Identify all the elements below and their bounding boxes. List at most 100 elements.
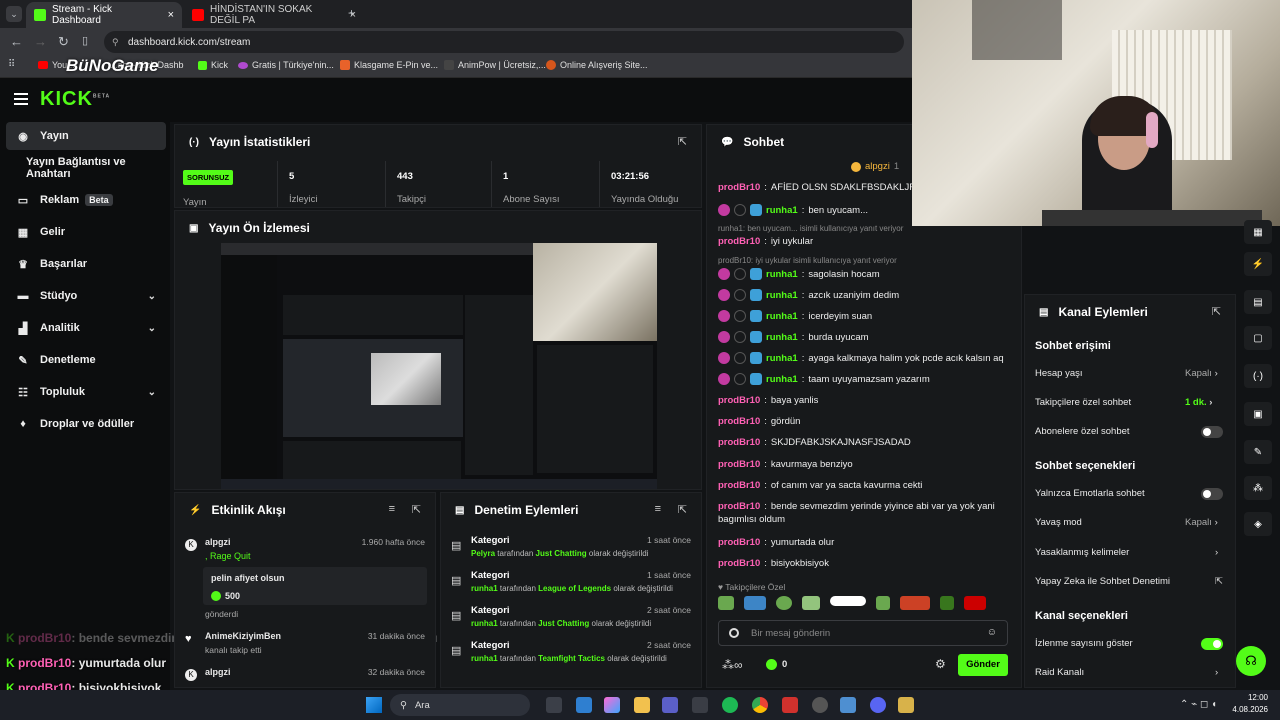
quick-action-button[interactable]: ▤: [1244, 290, 1272, 314]
bookmark-kick[interactable]: Kick: [198, 60, 228, 70]
moderation-item-user[interactable]: runha1: [471, 654, 498, 663]
chat-pinned-user[interactable]: alpgzi 1: [851, 161, 899, 172]
bookmark-gratis[interactable]: Gratis | Türkiye'nin...: [238, 60, 334, 70]
sidebar-item-denetleme[interactable]: ✎ Denetleme: [6, 346, 166, 374]
channel-setting-row[interactable]: Yasaklanmış kelimeler ›: [1035, 547, 1225, 558]
moderation-item-user[interactable]: runha1: [471, 619, 498, 628]
setting-toggle[interactable]: [1201, 638, 1223, 650]
chat-username[interactable]: prodBr10: [718, 182, 760, 193]
sidebar-item-topluluk[interactable]: ☷ Topluluk ⌄: [6, 378, 166, 406]
sidebar-item-gelir[interactable]: ▦ Gelir: [6, 218, 166, 246]
chat-username[interactable]: runha1: [766, 353, 798, 364]
forward-icon[interactable]: →: [34, 34, 47, 49]
setting-toggle[interactable]: [1201, 488, 1223, 500]
reload-icon[interactable]: ↻: [58, 34, 69, 50]
quick-action-button[interactable]: (·): [1244, 364, 1272, 388]
chat-username[interactable]: runha1: [766, 269, 798, 280]
sidebar-item-droplar[interactable]: ♦ Droplar ve ödüller: [6, 410, 166, 438]
tab-list-icon[interactable]: ⌄: [6, 6, 22, 22]
help-headset-button[interactable]: ☊: [1236, 646, 1266, 676]
task-view-icon[interactable]: [546, 697, 562, 713]
tab-youtube[interactable]: HİNDİSTAN'IN SOKAK DEĞİL PA ×: [184, 2, 364, 28]
channel-setting-row[interactable]: Yapay Zeka ile Sohbet Denetimi ⇱: [1035, 576, 1225, 587]
emoji-icon[interactable]: ☺: [987, 627, 997, 638]
new-tab-button[interactable]: +: [348, 6, 355, 20]
chat-username[interactable]: runha1: [766, 374, 798, 385]
sidebar-item-studyo[interactable]: ▬ Stüdyo ⌄: [6, 282, 166, 310]
site-info-icon[interactable]: ⚲: [112, 37, 119, 48]
app-icon[interactable]: [898, 697, 914, 713]
activity-user[interactable]: AnimeKiziyimBen: [205, 631, 281, 641]
moderation-item-category[interactable]: Just Chatting: [536, 549, 587, 558]
channel-setting-row[interactable]: Yalnızca Emotlarla sohbet: [1035, 488, 1225, 500]
quick-action-button[interactable]: ▦: [1244, 220, 1272, 244]
chat-username[interactable]: prodBr10: [718, 501, 760, 512]
discord-icon[interactable]: [870, 697, 886, 713]
sidebar-item-yayin[interactable]: ◉ Yayın: [6, 122, 166, 150]
moderation-item-category[interactable]: Just Chatting: [538, 619, 589, 628]
quick-action-button[interactable]: ▣: [1244, 402, 1272, 426]
chat-reply-context[interactable]: prodBr10: iyi uykular isimli kullanıcıya…: [718, 256, 897, 265]
sidebar-item-reklam[interactable]: ▭ Reklam Beta: [6, 186, 166, 214]
taskbar-clock[interactable]: 12:00 4.08.2026: [1232, 693, 1268, 714]
channel-setting-row[interactable]: Raid Kanalı ›: [1035, 667, 1225, 678]
quick-action-button[interactable]: ◈: [1244, 512, 1272, 536]
chat-username[interactable]: prodBr10: [718, 416, 760, 427]
quick-action-button[interactable]: ▢: [1244, 326, 1272, 350]
moderation-item-user[interactable]: Pelyra: [471, 549, 495, 558]
windows-start-icon[interactable]: [366, 697, 382, 713]
popout-icon[interactable]: ⇱: [678, 503, 687, 516]
popout-icon[interactable]: ⇱: [678, 135, 687, 148]
chat-reply-context[interactable]: runha1: ben uyucam... isimli kullanıcıya…: [718, 224, 903, 233]
back-icon[interactable]: ←: [10, 34, 23, 49]
chat-username[interactable]: prodBr10: [718, 395, 760, 406]
channel-setting-row[interactable]: Yavaş mod Kapalı ›: [1035, 517, 1225, 528]
tab-kick-dashboard[interactable]: Stream - Kick Dashboard ×: [26, 2, 182, 28]
chat-username[interactable]: prodBr10: [718, 459, 760, 470]
copilot-icon[interactable]: [604, 697, 620, 713]
setting-toggle[interactable]: [1201, 426, 1223, 438]
sidebar-item-analitik[interactable]: ▟ Analitik ⌄: [6, 314, 166, 342]
activity-user[interactable]: alpgzi: [205, 537, 231, 547]
gear-icon[interactable]: ⚙: [935, 657, 946, 671]
chat-username[interactable]: prodBr10: [718, 480, 760, 491]
emote-icon[interactable]: [718, 596, 734, 610]
emote-icon[interactable]: [776, 596, 792, 610]
app-icon[interactable]: [840, 697, 856, 713]
send-button[interactable]: Gönder: [958, 654, 1008, 676]
chat-username[interactable]: prodBr10: [718, 558, 760, 569]
drops-icon[interactable]: ⁂∞: [722, 658, 743, 672]
filter-icon[interactable]: ≡: [655, 503, 661, 515]
spotify-icon[interactable]: [722, 697, 738, 713]
sidebar-item-stream-key[interactable]: Yayın Bağlantısı ve Anahtarı: [6, 154, 166, 182]
address-bar[interactable]: ⚲ dashboard.kick.com/stream: [104, 31, 904, 53]
chat-username[interactable]: runha1: [766, 311, 798, 322]
channel-setting-row[interactable]: İzlenme sayısını göster: [1035, 638, 1225, 650]
chat-input[interactable]: Bir mesaj gönderin ☺: [718, 620, 1008, 646]
store-icon[interactable]: [692, 697, 708, 713]
menu-icon[interactable]: [14, 93, 28, 105]
close-tab-icon[interactable]: ×: [168, 9, 174, 21]
emote-icon[interactable]: [744, 596, 766, 610]
chrome-icon[interactable]: [752, 697, 768, 713]
sidepanel-icon[interactable]: ▯: [82, 34, 88, 47]
bookmark-klasgame[interactable]: Klasgame E-Pin ve...: [340, 60, 438, 70]
emote-icon[interactable]: [802, 596, 820, 610]
sidebar-item-basarilar[interactable]: ♛ Başarılar: [6, 250, 166, 278]
moderation-item-category[interactable]: League of Legends: [538, 584, 611, 593]
activity-user[interactable]: alpgzi: [205, 667, 231, 677]
emote-icon[interactable]: [940, 596, 954, 610]
teams-icon[interactable]: [662, 697, 678, 713]
channel-setting-row[interactable]: Hesap yaşı Kapalı ›: [1035, 368, 1225, 379]
quick-action-button[interactable]: ⁂: [1244, 476, 1272, 500]
popout-icon[interactable]: ⇱: [1212, 305, 1221, 318]
bookmark-animpow[interactable]: AnimPow | Ücretsiz,...: [444, 60, 546, 70]
chat-username[interactable]: prodBr10: [718, 537, 760, 548]
taskbar-search[interactable]: ⚲ Ara: [390, 694, 530, 716]
app-icon[interactable]: [782, 697, 798, 713]
tray-icons[interactable]: ⌃ ⌁ ◻ ◖: [1180, 699, 1217, 710]
chat-username[interactable]: runha1: [766, 332, 798, 343]
bookmark-online-alisveris[interactable]: Online Alışveriş Site...: [546, 60, 648, 70]
edge-icon[interactable]: [576, 697, 592, 713]
moderation-item-category[interactable]: Teamfight Tactics: [538, 654, 605, 663]
